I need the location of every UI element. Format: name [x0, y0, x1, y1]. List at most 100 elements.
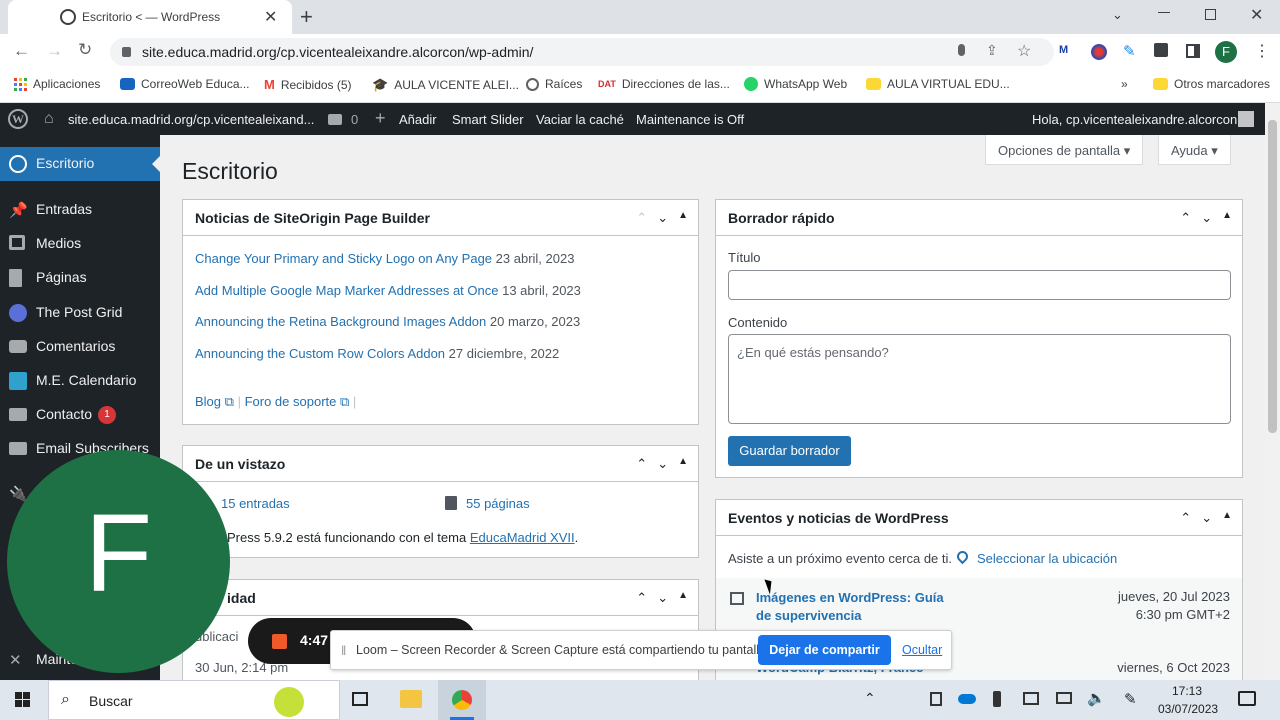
news-link[interactable]: Change Your Primary and Sticky Logo on A…	[195, 251, 492, 266]
blog-link[interactable]: Blog	[195, 394, 221, 409]
file-explorer-icon[interactable]	[400, 690, 422, 708]
event-link[interactable]: Imágenes en WordPress: Guía de supervive…	[756, 589, 946, 625]
theme-link[interactable]: EducaMadrid XVII	[470, 530, 575, 545]
entries-count-link[interactable]: 15 entradas	[221, 496, 290, 511]
close-window-icon[interactable]: ✕	[1250, 5, 1263, 25]
wordpress-logo-icon[interactable]: W	[8, 109, 28, 129]
bookmark-raices[interactable]: Raíces	[526, 77, 582, 91]
chrome-menu-icon[interactable]: ⋮	[1254, 41, 1270, 61]
bookmark-correoweb[interactable]: CorreoWeb Educa...	[120, 77, 250, 91]
clock-date[interactable]: 03/07/2023	[1158, 702, 1218, 716]
profile-avatar[interactable]: F	[1215, 41, 1237, 63]
extension-feather-icon[interactable]: ✎	[1123, 42, 1136, 60]
usb-icon[interactable]	[993, 691, 1001, 707]
stop-recording-icon[interactable]	[272, 634, 287, 649]
save-draft-button[interactable]: Guardar borrador	[728, 436, 851, 466]
move-up-icon[interactable]: ⌃	[636, 456, 647, 472]
clock-time[interactable]: 17:13	[1172, 684, 1202, 698]
scrollbar-thumb[interactable]	[1268, 120, 1277, 433]
more-bookmarks-chevron[interactable]: »	[1121, 77, 1128, 91]
bookmark-otros[interactable]: Otros marcadores	[1153, 77, 1270, 91]
help-button[interactable]: Ayuda ▾	[1158, 135, 1231, 165]
tray-app-icon[interactable]	[930, 692, 942, 706]
share-icon[interactable]: ⇪	[986, 42, 998, 59]
user-avatar-icon[interactable]	[1238, 111, 1254, 127]
network-icon[interactable]	[1056, 692, 1072, 704]
sidebar-item-comentarios[interactable]: Comentarios	[0, 330, 160, 364]
bookmark-aula-virtual[interactable]: AULA VIRTUAL EDU...	[866, 77, 1010, 91]
tray-window-icon[interactable]	[1023, 692, 1039, 705]
move-down-icon[interactable]: ⌄	[1201, 210, 1212, 226]
browser-tab[interactable]: Escritorio < — WordPress ✕	[8, 0, 292, 34]
sidebar-item-escritorio[interactable]: Escritorio	[0, 147, 160, 181]
news-link[interactable]: Add Multiple Google Map Marker Addresses…	[195, 283, 498, 298]
extensions-puzzle-icon[interactable]	[1154, 43, 1168, 57]
tray-chevron-icon[interactable]: ⌃	[864, 690, 876, 707]
notification-center-icon[interactable]	[1238, 691, 1256, 706]
sidebar-item-calendario[interactable]: M.E. Calendario	[0, 364, 160, 398]
close-tab-icon[interactable]: ✕	[264, 7, 277, 27]
move-up-icon[interactable]: ⌃	[636, 210, 647, 226]
webcam-avatar-bubble[interactable]: F	[7, 450, 230, 673]
bookmark-whatsapp[interactable]: WhatsApp Web	[744, 77, 847, 91]
extension-m-icon[interactable]: M	[1059, 44, 1068, 56]
news-link[interactable]: Announcing the Retina Background Images …	[195, 314, 486, 329]
page-scrollbar[interactable]	[1265, 103, 1280, 680]
bookmark-star-icon[interactable]: ☆	[1017, 41, 1031, 61]
adminbar-maintenance[interactable]: Maintenance is Off	[636, 112, 744, 127]
adminbar-greeting[interactable]: Hola, cp.vicentealeixandre.alcorcon	[1032, 112, 1237, 127]
move-up-icon[interactable]: ⌃	[1180, 510, 1191, 526]
draft-title-input[interactable]	[728, 270, 1231, 300]
onedrive-icon[interactable]	[958, 694, 976, 704]
move-down-icon[interactable]: ⌄	[657, 456, 668, 472]
move-down-icon[interactable]: ⌄	[1201, 510, 1212, 526]
bookmark-direcciones[interactable]: DAT Direcciones de las...	[598, 77, 730, 91]
sidebar-item-contacto[interactable]: Contacto 1	[0, 398, 160, 432]
news-link[interactable]: Announcing the Custom Row Colors Addon	[195, 346, 445, 361]
select-location-link[interactable]: Seleccionar la ubicación	[977, 551, 1117, 566]
bookmark-gmail[interactable]: M Recibidos (5)	[264, 77, 352, 92]
move-down-icon[interactable]: ⌄	[657, 590, 668, 606]
draft-content-textarea[interactable]: ¿En qué estás pensando?	[728, 334, 1231, 424]
forward-icon[interactable]: →	[46, 41, 63, 61]
pen-icon[interactable]: ✎	[1124, 690, 1137, 708]
adminbar-comments-count[interactable]: 0	[351, 112, 358, 127]
comment-icon[interactable]	[328, 114, 342, 125]
task-view-icon[interactable]	[352, 692, 368, 706]
microphone-icon[interactable]	[958, 44, 965, 56]
adminbar-add[interactable]: Añadir	[399, 112, 437, 127]
hide-button[interactable]: Ocultar	[902, 643, 942, 657]
restore-icon[interactable]	[1205, 9, 1216, 20]
reload-icon[interactable]: ↻	[78, 40, 92, 60]
side-panel-icon[interactable]	[1186, 44, 1200, 58]
volume-icon[interactable]: 🔈	[1087, 689, 1106, 707]
bookmark-aula[interactable]: 🎓 AULA VICENTE ALEI...	[372, 77, 519, 93]
drag-handle-icon[interactable]: ‖	[341, 643, 346, 658]
sidebar-item-medios[interactable]: Medios	[0, 227, 160, 261]
pages-count-link[interactable]: 55 páginas	[466, 496, 530, 511]
sidebar-item-paginas[interactable]: Páginas	[0, 261, 160, 295]
omnibox[interactable]: site.educa.madrid.org/cp.vicentealeixand…	[110, 38, 1054, 66]
adminbar-site-link[interactable]: site.educa.madrid.org/cp.vicentealeixand…	[68, 112, 314, 127]
minimize-icon[interactable]	[1158, 12, 1170, 13]
chrome-taskbar-button[interactable]	[438, 680, 486, 720]
stop-sharing-button[interactable]: Dejar de compartir	[758, 635, 891, 665]
new-tab-icon[interactable]: +	[300, 4, 313, 30]
move-down-icon[interactable]: ⌄	[657, 210, 668, 226]
collapse-icon[interactable]: ▲	[678, 210, 688, 226]
collapse-icon[interactable]: ▲	[1222, 510, 1232, 526]
tab-search-icon[interactable]: ⌄	[1112, 7, 1123, 23]
back-icon[interactable]: ←	[13, 41, 30, 61]
collapse-icon[interactable]: ▲	[678, 590, 688, 606]
extension-flower-icon[interactable]	[1091, 44, 1107, 60]
sidebar-item-entradas[interactable]: 📌 Entradas	[0, 193, 160, 227]
move-up-icon[interactable]: ⌃	[636, 590, 647, 606]
screen-options-button[interactable]: Opciones de pantalla ▾	[985, 135, 1144, 165]
bookmark-apps[interactable]: Aplicaciones	[14, 77, 100, 91]
adminbar-smart-slider[interactable]: Smart Slider	[452, 112, 524, 127]
adminbar-clear-cache[interactable]: Vaciar la caché	[536, 112, 624, 127]
taskbar-search[interactable]: ⌕ Buscar	[48, 680, 340, 720]
collapse-icon[interactable]: ▲	[678, 456, 688, 472]
support-forum-link[interactable]: Foro de soporte	[245, 394, 337, 409]
move-up-icon[interactable]: ⌃	[1180, 210, 1191, 226]
